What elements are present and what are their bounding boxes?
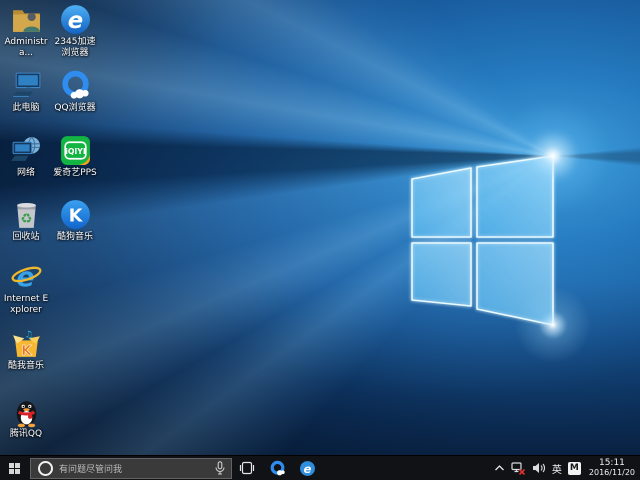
taskbar-search-box[interactable]: 有问题尽管问我: [30, 458, 232, 479]
desktop-icon-administrator[interactable]: Administra...: [3, 3, 49, 59]
icon-label: 爱奇艺PPS: [53, 168, 97, 179]
taskbar-clock[interactable]: 15:11 2016/11/20: [587, 456, 637, 480]
icon-label: 回收站: [12, 232, 39, 243]
svg-text:K: K: [21, 344, 32, 359]
icon-label: 酷我音乐: [8, 361, 44, 372]
network-disconnected-icon: [511, 462, 526, 475]
task-view-button[interactable]: [232, 456, 262, 480]
desktop-icon-iqiyi-pps[interactable]: iQIYI 爱奇艺PPS: [52, 134, 98, 179]
taskbar-qq-browser-button[interactable]: [262, 456, 292, 480]
qq-browser-icon: [59, 69, 92, 102]
ime-indicator[interactable]: M: [568, 456, 581, 480]
icon-label: 2345加速浏览器: [52, 37, 98, 59]
user-folder-icon: [10, 3, 43, 36]
iqiyi-pps-icon: iQIYI: [59, 134, 92, 167]
2345-browser-taskbar-icon: e: [299, 460, 316, 477]
search-placeholder: 有问题尽管问我: [59, 462, 215, 475]
volume-button[interactable]: [532, 456, 546, 480]
taskbar-2345-browser-button[interactable]: e: [292, 456, 322, 480]
clock-date: 2016/11/20: [589, 468, 635, 478]
desktop-icon-2345-browser[interactable]: e 2345加速浏览器: [52, 3, 98, 59]
network-status-button[interactable]: [511, 456, 526, 480]
task-view-icon: [239, 461, 255, 475]
microphone-icon[interactable]: [215, 461, 225, 475]
clock-time: 15:11: [589, 458, 635, 468]
cortana-icon: [38, 461, 53, 476]
icon-label: QQ浏览器: [54, 103, 95, 114]
recycle-bin-icon: ♻: [10, 198, 43, 231]
desktop-icon-qq-browser[interactable]: QQ浏览器: [52, 69, 98, 114]
taskbar: 有问题尽管问我 e: [0, 455, 640, 480]
svg-text:♻: ♻: [20, 212, 32, 227]
desktop-icon-network[interactable]: 网络: [3, 134, 49, 179]
icon-label: 酷狗音乐: [57, 232, 93, 243]
kugou-music-icon: K: [59, 198, 92, 231]
kuwo-music-icon: K ♫: [10, 327, 43, 360]
icon-label: 此电脑: [12, 103, 39, 114]
svg-text:e: e: [303, 461, 311, 475]
windows-desktop: Administra... 此电脑 网络 ♻ 回收站: [0, 0, 640, 480]
icon-label: 腾讯QQ: [10, 429, 42, 440]
network-icon: [10, 134, 43, 167]
tray-overflow-chevron[interactable]: [494, 456, 505, 480]
qq-browser-taskbar-icon: [269, 460, 286, 477]
desktop-icon-kuwo-music[interactable]: K ♫ 酷我音乐: [3, 327, 49, 372]
desktop-icon-recycle-bin[interactable]: ♻ 回收站: [3, 198, 49, 243]
svg-text:K: K: [68, 207, 83, 227]
speaker-icon: [532, 462, 546, 474]
tencent-qq-icon: [10, 395, 43, 428]
system-tray: 英 M 15:11 2016/11/20: [494, 456, 640, 480]
desktop-icon-tencent-qq[interactable]: 腾讯QQ: [3, 395, 49, 440]
internet-explorer-icon: e: [10, 260, 43, 293]
windows-logo-icon: [9, 463, 20, 474]
svg-text:iQIYI: iQIYI: [65, 147, 86, 156]
this-pc-icon: [10, 69, 43, 102]
chevron-up-icon: [494, 464, 505, 472]
ime-icon: M: [568, 462, 581, 475]
icon-label: Internet Explorer: [3, 294, 49, 316]
desktop-icon-this-pc[interactable]: 此电脑: [3, 69, 49, 114]
start-button[interactable]: [0, 456, 29, 480]
input-language-indicator[interactable]: 英: [552, 456, 562, 480]
svg-text:♫: ♫: [24, 329, 32, 340]
svg-text:e: e: [67, 8, 82, 34]
icon-label: Administra...: [3, 37, 49, 59]
icon-label: 网络: [17, 168, 35, 179]
desktop-icon-kugou-music[interactable]: K 酷狗音乐: [52, 198, 98, 243]
desktop-icon-internet-explorer[interactable]: e Internet Explorer: [3, 260, 49, 316]
2345-browser-icon: e: [59, 3, 92, 36]
